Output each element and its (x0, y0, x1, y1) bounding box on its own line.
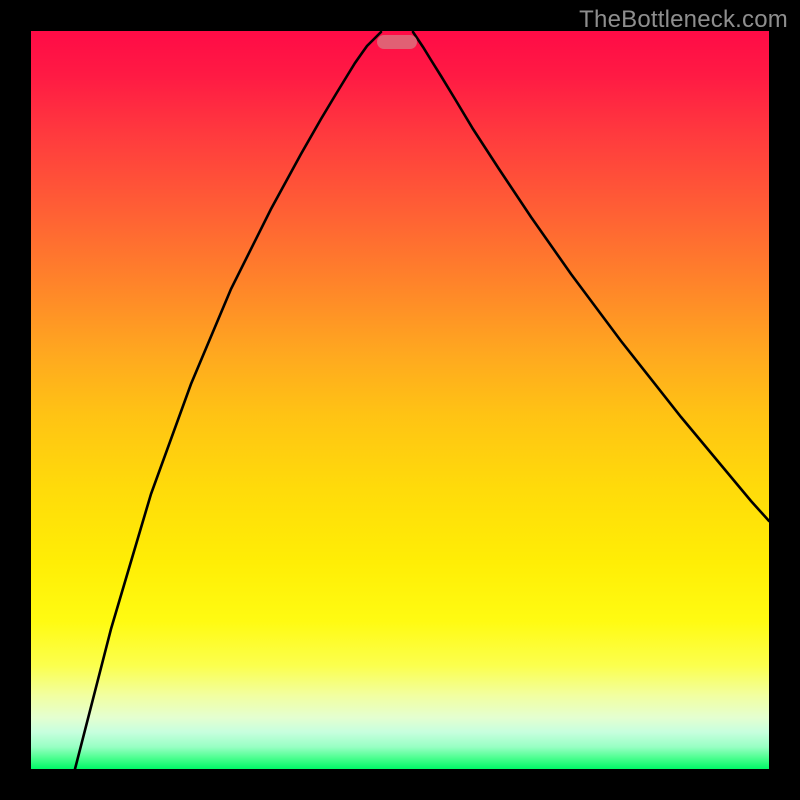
watermark-text: TheBottleneck.com (579, 6, 788, 34)
curve-right-branch (413, 32, 769, 521)
chart-frame: TheBottleneck.com (0, 0, 800, 800)
plot-area (31, 31, 769, 769)
curve-svg (31, 31, 769, 769)
minimum-marker (377, 35, 417, 49)
curve-left-branch (75, 32, 381, 769)
